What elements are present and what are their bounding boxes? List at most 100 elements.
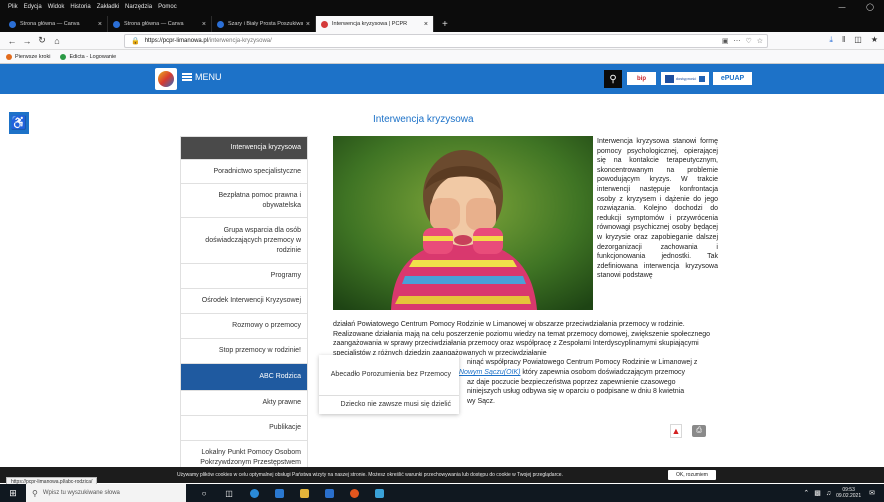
menu-narzedzia[interactable]: Narzędzia — [125, 4, 152, 10]
hamburger-icon — [182, 73, 192, 81]
windows-start-icon[interactable]: ⊞ — [0, 484, 26, 502]
cookie-text: Używamy plików cookies w celu optymalnej… — [177, 472, 563, 478]
menu-historia[interactable]: Historia — [70, 4, 90, 10]
menu-plik[interactable]: Plik — [8, 4, 18, 10]
search-icon[interactable]: ⚲ — [604, 70, 622, 88]
cortana-icon[interactable]: ○ — [196, 484, 212, 502]
volume-icon[interactable]: ♫ — [826, 490, 831, 497]
bookmark-star-icon[interactable]: ☆ — [757, 37, 763, 45]
sidebar-icon[interactable]: ◫ — [854, 35, 862, 45]
menu-widok[interactable]: Widok — [48, 4, 65, 10]
bookmarks-bar: Pierwsze kroki Edicta - Logowanie — [0, 50, 884, 64]
canva-favicon-icon — [113, 20, 120, 28]
bip-label: bip — [637, 75, 646, 82]
app-icon[interactable] — [371, 484, 387, 502]
browser-tab[interactable]: Szary i Biały Prosta Poszukiwan × — [212, 16, 316, 32]
extension-icon[interactable]: ★ — [871, 35, 878, 45]
sidebar-item-pomoc-prawna[interactable]: Bezpłatna pomoc prawna i obywatelska — [180, 184, 308, 218]
sidebar-item-osrodek-interwencji[interactable]: Ośrodek Interwencji Kryzysowej — [180, 289, 308, 314]
canva-favicon-icon — [217, 20, 224, 28]
forward-icon[interactable]: → — [21, 35, 33, 47]
sidebar-item-stop-przemocy[interactable]: Stop przemocy w rodzinie! — [180, 339, 308, 364]
globe-icon — [60, 53, 67, 60]
close-tab-icon[interactable]: × — [202, 21, 206, 28]
submenu-item-dziecko[interactable]: Dziecko nie zawsze musi się dzielić — [319, 395, 459, 414]
close-tab-icon[interactable]: × — [98, 21, 102, 28]
pcpr-logo-icon — [158, 71, 174, 87]
article-text-right: Interwencja kryzysowa stanowi formę pomo… — [597, 138, 718, 280]
child-covering-eyes-photo — [333, 136, 593, 310]
sidebar-item-poradnictwo[interactable]: Poradnictwo specjalistyczne — [180, 160, 308, 184]
url-host: https://pcpr-limanowa.pl — [144, 38, 209, 44]
app-glyph — [374, 488, 384, 498]
reload-icon[interactable]: ↻ — [36, 35, 48, 47]
store-icon[interactable] — [271, 484, 287, 502]
accessibility-declaration-link[interactable]: dostępność — [661, 72, 709, 85]
edge-icon[interactable] — [246, 484, 262, 502]
sidebar-menu: Interwencja kryzysowa Poradnictwo specja… — [180, 136, 308, 475]
epuap-link[interactable]: ePUAP — [713, 72, 752, 85]
close-tab-icon[interactable]: × — [424, 21, 428, 28]
sidebar-item-abc-rodzica[interactable]: ABC Rodzica — [180, 364, 308, 391]
sidebar-item-rozmowy-o-przemocy[interactable]: Rozmowy o przemocy — [180, 314, 308, 339]
browser-tab[interactable]: Strona główna — Canva × — [4, 16, 108, 32]
browser-tab-active[interactable]: Interwencja kryzysowa | PCPR × — [316, 16, 434, 32]
explorer-glyph — [299, 488, 309, 498]
menu-edycja[interactable]: Edycja — [24, 4, 42, 10]
menu-button[interactable]: MENU — [182, 72, 222, 82]
sidebar-item-grupa-wsparcia[interactable]: Grupa wsparcia dla osób doświadczających… — [180, 218, 308, 264]
bookmark-label: Edicta - Logowanie — [69, 53, 117, 60]
network-icon[interactable]: ▩ — [814, 489, 821, 497]
sidebar-item-akty-prawne[interactable]: Akty prawne — [180, 391, 308, 416]
bookmark-item[interactable]: Pierwsze kroki — [6, 53, 50, 60]
new-tab-icon[interactable]: + — [434, 16, 456, 32]
clock-date: 09.02.2021 — [836, 493, 862, 499]
download-icon[interactable]: ⤓ — [829, 35, 833, 45]
back-icon[interactable]: ← — [6, 35, 18, 47]
pdf-icon[interactable]: ▲ — [670, 424, 682, 438]
article-paragraph: działań Powiatowego Centrum Pomocy Rodzi… — [333, 321, 711, 357]
toolbar-right: ⤓ ‖ ◫ ★ — [820, 35, 878, 45]
mail-icon[interactable] — [321, 484, 337, 502]
minimize-icon[interactable]: — — [828, 4, 856, 11]
firefox-icon[interactable] — [346, 484, 362, 502]
print-icon[interactable]: ⎙ — [692, 425, 706, 437]
oik-link[interactable]: Nowym Sączu(OIK) — [459, 369, 520, 376]
firefox-icon — [6, 53, 12, 60]
bip-link[interactable]: bip — [627, 72, 656, 85]
library-icon[interactable]: ‖ — [842, 35, 845, 45]
maximize-icon[interactable]: ◯ — [856, 3, 884, 11]
page-title: Interwencja kryzysowa — [373, 114, 474, 125]
search-icon: ⚲ — [32, 488, 38, 498]
site-logo[interactable] — [155, 68, 177, 90]
pocket-icon[interactable]: ♡ — [745, 37, 751, 45]
sidebar-item-publikacje[interactable]: Publikacje — [180, 416, 308, 441]
sidebar-item-programy[interactable]: Programy — [180, 264, 308, 289]
taskbar-search[interactable]: ⚲ Wpisz tu wyszukiwane słowa — [26, 484, 186, 502]
file-explorer-icon[interactable] — [296, 484, 312, 502]
bookmark-item[interactable]: Edicta - Logowanie — [60, 53, 117, 60]
close-tab-icon[interactable]: × — [306, 21, 310, 28]
url-bar[interactable]: 🔒 https://pcpr-limanowa.pl /interwencja-… — [124, 34, 768, 48]
epuap-label: ePUAP — [720, 75, 745, 82]
cookie-accept-button[interactable]: OK, rozumiem — [668, 470, 716, 480]
tab-title: Strona główna — Canva — [20, 21, 80, 27]
sidebar-item-interwencja-kryzysowa[interactable]: Interwencja kryzysowa — [180, 136, 308, 160]
notifications-icon[interactable]: ✉ — [869, 489, 875, 497]
accessibility-icon[interactable]: ♿ — [9, 112, 29, 134]
browser-tab[interactable]: Strona główna — Canva × — [108, 16, 212, 32]
windows-taskbar: ⊞ ⚲ Wpisz tu wyszukiwane słowa ○ ◫ ⌃ ▩ ♫… — [0, 484, 884, 502]
menu-pomoc[interactable]: Pomoc — [158, 4, 177, 10]
dostepnosc-label: dostępność — [675, 76, 697, 81]
page-actions-icon[interactable]: ⋯ — [733, 37, 740, 45]
url-actions: ▣ ⋯ ♡ ☆ — [717, 35, 763, 47]
reader-view-icon[interactable]: ▣ — [722, 37, 729, 45]
menu-zakladki[interactable]: Zakładki — [97, 4, 119, 10]
pcpr-favicon-icon — [321, 20, 328, 28]
cookie-bar: Używamy plików cookies w celu optymalnej… — [0, 467, 884, 483]
home-icon[interactable]: ⌂ — [51, 35, 63, 47]
clock[interactable]: 09:53 09.02.2021 — [836, 487, 861, 499]
submenu-item-abecadlo[interactable]: Abecadło Porozumienia bez Przemocy — [319, 355, 459, 395]
tray-arrow-icon[interactable]: ⌃ — [803, 489, 809, 497]
task-view-icon[interactable]: ◫ — [221, 484, 237, 502]
